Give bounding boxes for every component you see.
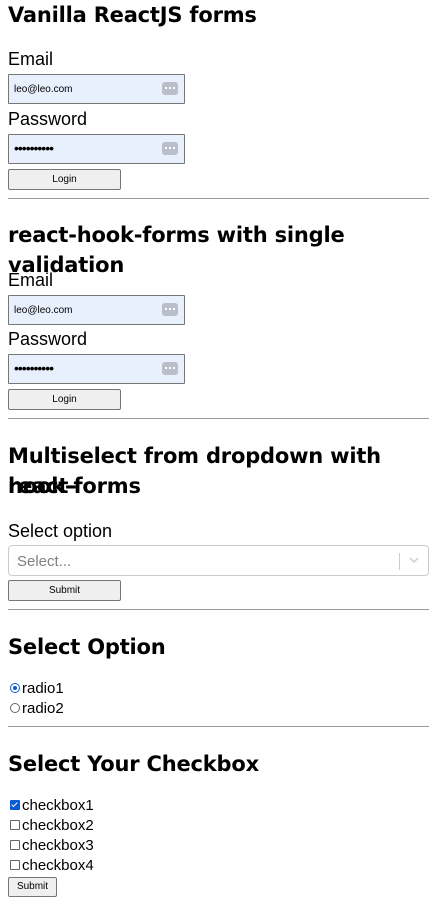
password-manager-key-icon[interactable] xyxy=(162,303,178,316)
email-field-value: leo@leo.com xyxy=(14,84,73,95)
password-field-value: •••••••••• xyxy=(14,360,54,376)
checkbox-option[interactable]: checkbox1 xyxy=(10,797,94,815)
radio-option[interactable]: radio1 xyxy=(10,680,64,698)
email-label: Email xyxy=(8,49,54,69)
checkbox-label: checkbox4 xyxy=(22,857,94,874)
checkbox-section-title: Select Your Checkbox xyxy=(8,752,259,776)
password-field-value: •••••••••• xyxy=(14,140,54,156)
checkbox-label: checkbox3 xyxy=(22,837,94,854)
email-field-value: leo@leo.com xyxy=(14,305,73,316)
password-field[interactable]: •••••••••• xyxy=(8,354,185,384)
section-divider xyxy=(8,726,429,727)
password-label: Password xyxy=(8,109,88,129)
checkbox-option[interactable]: checkbox4 xyxy=(10,857,94,875)
submit-button[interactable]: Submit xyxy=(8,580,121,601)
section-divider xyxy=(8,418,429,419)
select-option-title: Select Option xyxy=(8,635,166,659)
radio-button[interactable] xyxy=(10,703,20,713)
select-option-label: Select option xyxy=(8,521,113,541)
multiselect-title-line2: hook-forms xyxy=(8,474,141,498)
checkbox-option[interactable]: checkbox2 xyxy=(10,817,94,835)
login-button[interactable]: Login xyxy=(8,389,121,410)
dropdown-placeholder: Select... xyxy=(17,553,72,570)
checkbox[interactable] xyxy=(10,860,20,870)
password-manager-key-icon[interactable] xyxy=(162,82,178,95)
hook-form-title: react-hook-forms with single validation xyxy=(8,223,345,277)
radio-label: radio2 xyxy=(22,700,64,717)
chevron-down-icon[interactable] xyxy=(408,554,420,566)
submit-button[interactable]: Submit xyxy=(8,877,57,897)
email-field[interactable]: leo@leo.com xyxy=(8,74,185,104)
radio-option[interactable]: radio2 xyxy=(10,700,64,718)
dropdown-separator xyxy=(399,553,400,570)
section-divider xyxy=(8,198,429,199)
multiselect-dropdown[interactable]: Select... xyxy=(8,545,429,576)
section-divider xyxy=(8,609,429,610)
radio-button-checked[interactable] xyxy=(10,683,20,693)
checkbox[interactable] xyxy=(10,820,20,830)
password-manager-key-icon[interactable] xyxy=(162,362,178,375)
login-button[interactable]: Login xyxy=(8,169,121,190)
vanilla-form-title: Vanilla ReactJS forms xyxy=(8,3,257,27)
checkbox[interactable] xyxy=(10,840,20,850)
password-label: Password xyxy=(8,329,88,349)
checkbox-checked[interactable] xyxy=(10,800,20,810)
password-manager-key-icon[interactable] xyxy=(162,142,178,155)
radio-label: radio1 xyxy=(22,680,64,697)
checkbox-label: checkbox1 xyxy=(22,797,94,814)
checkbox-label: checkbox2 xyxy=(22,817,94,834)
email-field[interactable]: leo@leo.com xyxy=(8,295,185,325)
checkbox-option[interactable]: checkbox3 xyxy=(10,837,94,855)
password-field[interactable]: •••••••••• xyxy=(8,134,185,164)
email-label: Email xyxy=(8,270,54,290)
